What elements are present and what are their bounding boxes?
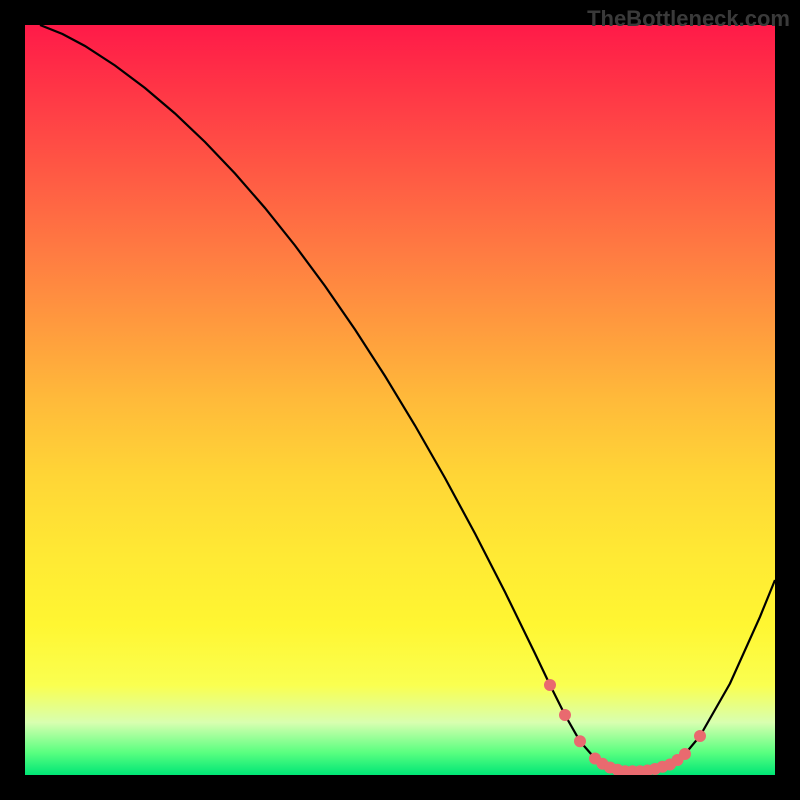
chart-svg: [25, 25, 775, 775]
curve-markers: [544, 679, 706, 775]
marker-dot: [679, 748, 691, 760]
plot-area: [25, 25, 775, 775]
marker-dot: [574, 735, 586, 747]
marker-dot: [694, 730, 706, 742]
marker-dot: [544, 679, 556, 691]
curve-line: [40, 25, 775, 771]
watermark-text: TheBottleneck.com: [587, 6, 790, 32]
marker-dot: [559, 709, 571, 721]
